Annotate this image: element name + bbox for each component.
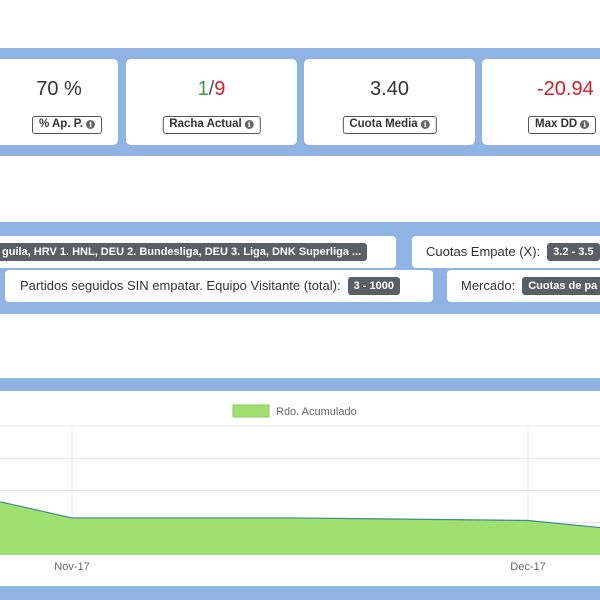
partidos-label: Partidos seguidos SIN empatar. Equipo Vi… [20, 278, 341, 293]
stat-label-cuota[interactable]: Cuota Media i [342, 116, 437, 134]
stats-band: 70 % % Ap. P. i 1/9 Racha Actual i 3.40 Cu… [0, 48, 600, 156]
rdo-acumulado-chart: Rdo. Acumulado Nov-17 Dec-17 [0, 404, 600, 573]
filters-band: guila, HRV 1. HNL, DEU 2. Bundesliga, DE… [0, 222, 600, 314]
area-fill [0, 501, 600, 555]
racha-wins: 1 [197, 78, 209, 100]
chart-panel: Rdo. Acumulado Nov-17 Dec-17 [0, 391, 600, 586]
info-icon[interactable]: i [420, 120, 430, 129]
stat-card-racha: 1/9 Racha Actual i [126, 59, 297, 145]
legend-label: Rdo. Acumulado [276, 406, 357, 418]
cuotas-empate-tag[interactable]: 3.2 - 3.5 [547, 243, 600, 261]
stat-card-pct: 70 % % Ap. P. i [0, 59, 118, 145]
stat-label-maxdd-text: Max DD [535, 118, 578, 130]
mercado-label: Mercado: [461, 278, 516, 293]
chart-band: Rdo. Acumulado Nov-17 Dec-17 [0, 378, 600, 600]
stat-value-cuota: 3.40 [370, 78, 409, 100]
cuotas-empate-label: Cuotas Empate (X): [426, 244, 541, 259]
info-icon[interactable]: i [244, 120, 254, 129]
stat-label-pct-text: % Ap. P. [39, 118, 84, 130]
x-tick-label: Nov-17 [54, 561, 89, 573]
filter-leagues[interactable]: guila, HRV 1. HNL, DEU 2. Bundesliga, DE… [0, 236, 396, 268]
stat-value-maxdd: -20.94 [537, 78, 594, 100]
stat-label-racha-text: Racha Actual [169, 118, 242, 130]
filter-mercado[interactable]: Mercado: Cuotas de pa [447, 270, 600, 302]
stat-label-maxdd[interactable]: Max DD i [528, 116, 597, 134]
info-icon[interactable]: i [580, 120, 590, 129]
stat-value-pct: 70 % [36, 78, 82, 100]
filter-cuotas-empate[interactable]: Cuotas Empate (X): 3.2 - 3.5 [412, 236, 600, 268]
info-icon[interactable]: i [86, 120, 96, 129]
partidos-tag[interactable]: 3 - 1000 [347, 277, 400, 295]
x-tick-label: Dec-17 [510, 561, 545, 573]
mercado-tag[interactable]: Cuotas de pa [522, 277, 600, 295]
racha-losses: 9 [214, 78, 226, 100]
stat-label-pct[interactable]: % Ap. P. i [32, 116, 103, 134]
legend-swatch [232, 404, 270, 418]
stat-card-maxdd: -20.94 Max DD i [482, 59, 600, 145]
filter-partidos[interactable]: Partidos seguidos SIN empatar. Equipo Vi… [5, 270, 433, 302]
stat-card-cuota: 3.40 Cuota Media i [304, 59, 475, 145]
stat-label-cuota-text: Cuota Media [349, 118, 418, 130]
leagues-tag[interactable]: guila, HRV 1. HNL, DEU 2. Bundesliga, DE… [0, 243, 368, 261]
stat-label-racha[interactable]: Racha Actual i [162, 116, 261, 134]
stat-value-racha: 1/9 [126, 78, 297, 101]
